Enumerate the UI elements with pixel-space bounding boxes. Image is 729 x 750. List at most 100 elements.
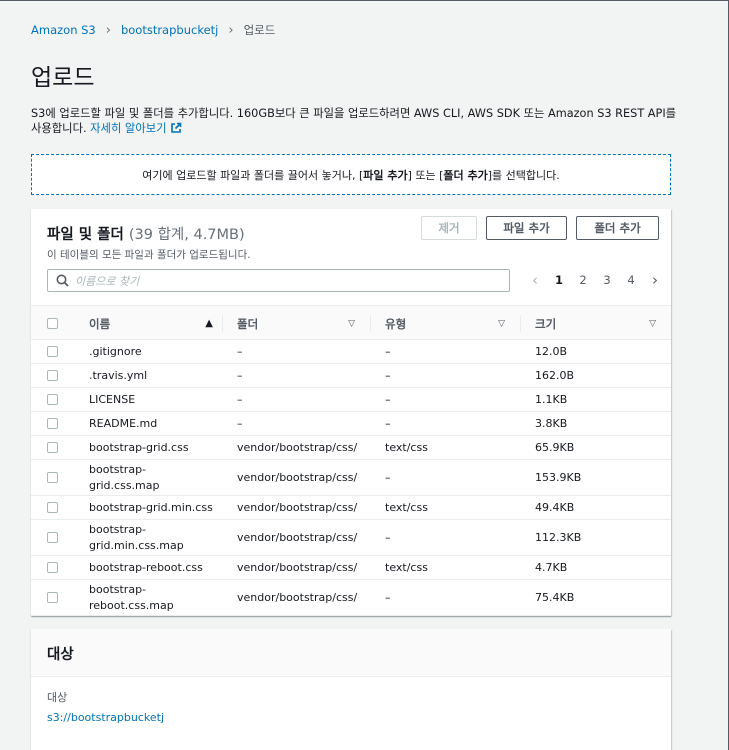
file-type: – (385, 392, 391, 406)
file-name: bootstrap-grid.css.map (89, 462, 160, 492)
table-row: bootstrap-grid.css vendor/bootstrap/css/t… (31, 436, 671, 460)
sort-icon: ▽ (348, 318, 355, 329)
files-panel-subtitle: 이 테이블의 모든 파일과 폴더가 업로드됩니다. (47, 249, 251, 261)
table-row: .gitignore – – 12.0B (31, 340, 671, 364)
file-name: bootstrap-grid.min.css (89, 500, 213, 514)
add-files-button[interactable]: 파일 추가 (486, 216, 567, 240)
file-folder: vendor/bootstrap/css/ (237, 560, 358, 574)
table-row: bootstrap-grid.min.css vendor/bootstrap/c… (31, 496, 671, 520)
column-size[interactable]: 크기 ▽ (535, 306, 656, 341)
learn-more-link[interactable]: 자세히 알아보기 (90, 122, 181, 135)
file-size: 162.0B (535, 368, 575, 382)
breadcrumb-item-current: 업로드 (243, 23, 276, 37)
files-panel-title: 파일 및 폴더 (39 합계, 4.7MB) (47, 227, 245, 243)
page-2[interactable]: 2 (571, 273, 595, 287)
column-name[interactable]: 이름 ▲ (89, 306, 213, 341)
table-row: README.md – – 3.8KB (31, 412, 671, 436)
chevron-right-icon: › (105, 22, 111, 38)
destination-panel: 대상 대상 s3://bootstrapbucketj (31, 629, 671, 750)
remove-button[interactable]: 제거 (421, 216, 477, 240)
file-size: 3.8KB (535, 416, 568, 430)
file-name: .gitignore (89, 344, 142, 358)
file-name: .travis.yml (89, 368, 148, 382)
chevron-right-icon: › (228, 22, 234, 38)
table-row: bootstrap-grid.css.map vendor/bootstrap/c… (31, 460, 671, 496)
sort-icon: ▽ (649, 318, 656, 329)
row-checkbox[interactable] (47, 520, 58, 555)
row-checkbox[interactable] (47, 340, 58, 363)
row-checkbox[interactable] (47, 364, 58, 387)
file-folder: vendor/bootstrap/css/ (237, 530, 358, 544)
file-type: – (385, 416, 391, 430)
file-folder: vendor/bootstrap/css/ (237, 440, 358, 454)
row-checkbox[interactable] (47, 412, 58, 435)
file-size: 49.4KB (535, 500, 575, 514)
breadcrumb-item-s3[interactable]: Amazon S3 (31, 23, 96, 37)
page-title: 업로드 (31, 65, 95, 91)
file-name: LICENSE (89, 392, 136, 406)
page-3[interactable]: 3 (595, 273, 619, 287)
sort-icon: ▽ (498, 318, 505, 329)
page-1[interactable]: 1 (547, 273, 571, 287)
page-4[interactable]: 4 (619, 273, 643, 287)
table-row: .travis.yml – – 162.0B (31, 364, 671, 388)
sort-ascending-icon: ▲ (205, 318, 213, 329)
file-name: README.md (89, 416, 158, 430)
destination-link[interactable]: s3://bootstrapbucketj (47, 711, 164, 724)
search-icon (56, 274, 69, 287)
file-type: text/css (385, 500, 428, 514)
file-folder: vendor/bootstrap/css/ (237, 470, 358, 484)
destination-title: 대상 (31, 629, 671, 677)
file-name: bootstrap-grid.css (89, 440, 189, 454)
select-all-checkbox[interactable] (47, 306, 58, 341)
file-type: text/css (385, 440, 428, 454)
upload-dropzone[interactable]: 여기에 업로드할 파일과 폴더를 끌어서 놓거나, [파일 추가] 또는 [폴더… (31, 154, 671, 195)
file-folder: vendor/bootstrap/css/ (237, 590, 358, 604)
file-type: – (385, 530, 391, 544)
breadcrumb-item-bucket[interactable]: bootstrapbucketj (121, 23, 218, 37)
file-folder: – (237, 368, 243, 382)
search-placeholder: 이름으로 찾기 (75, 274, 140, 288)
search-input[interactable]: 이름으로 찾기 (47, 269, 510, 292)
row-checkbox[interactable] (47, 388, 58, 411)
file-type: – (385, 470, 391, 484)
row-checkbox[interactable] (47, 436, 58, 459)
file-folder: vendor/bootstrap/css/ (237, 500, 358, 514)
file-size: 65.9KB (535, 440, 575, 454)
file-size: 4.7KB (535, 560, 568, 574)
page-description: S3에 업로드할 파일 및 폴더를 추가합니다. 160GB보다 큰 파일을 업… (31, 106, 681, 136)
file-name: bootstrap-reboot.css.map (89, 582, 174, 612)
column-folder[interactable]: 폴더 ▽ (237, 306, 355, 341)
file-folder: – (237, 416, 243, 430)
table-row: bootstrap-reboot.css vendor/bootstrap/css… (31, 556, 671, 580)
dropzone-text: 여기에 업로드할 파일과 폴더를 끌어서 놓거나, [파일 추가] 또는 [폴더… (142, 168, 560, 182)
row-checkbox[interactable] (47, 496, 58, 519)
destination-label: 대상 (47, 691, 68, 704)
row-checkbox[interactable] (47, 580, 58, 615)
file-type: text/css (385, 560, 428, 574)
column-type[interactable]: 유형 ▽ (385, 306, 505, 341)
file-folder: – (237, 392, 243, 406)
files-panel: 파일 및 폴더 (39 합계, 4.7MB) 이 테이블의 모든 파일과 폴더가… (31, 209, 671, 616)
table-row: bootstrap-grid.min.css.map vendor/bootstr… (31, 520, 671, 556)
file-size: 75.4KB (535, 590, 575, 604)
file-size: 12.0B (535, 344, 568, 358)
breadcrumb: Amazon S3 › bootstrapbucketj › 업로드 (31, 22, 275, 38)
table-row: bootstrap-reboot.css.map vendor/bootstrap… (31, 580, 671, 616)
file-type: – (385, 590, 391, 604)
row-checkbox[interactable] (47, 556, 58, 579)
file-name: bootstrap-reboot.css (89, 560, 203, 574)
next-page-icon[interactable]: › (643, 271, 667, 289)
files-panel-header: 파일 및 폴더 (39 합계, 4.7MB) 이 테이블의 모든 파일과 폴더가… (47, 223, 251, 262)
previous-page-icon[interactable]: ‹ (523, 271, 547, 289)
file-size: 153.9KB (535, 470, 582, 484)
row-checkbox[interactable] (47, 460, 58, 495)
file-folder: – (237, 344, 243, 358)
add-folder-button[interactable]: 폴더 추가 (576, 216, 659, 240)
external-link-icon (170, 122, 181, 133)
pagination: ‹ 1 2 3 4 › (523, 271, 667, 289)
files-count: (39 합계, 4.7MB) (128, 227, 245, 243)
table-row: LICENSE – – 1.1KB (31, 388, 671, 412)
file-name: bootstrap-grid.min.css.map (89, 522, 184, 552)
table-header: 이름 ▲ 폴더 ▽ 유형 ▽ 크기 ▽ (31, 305, 671, 340)
